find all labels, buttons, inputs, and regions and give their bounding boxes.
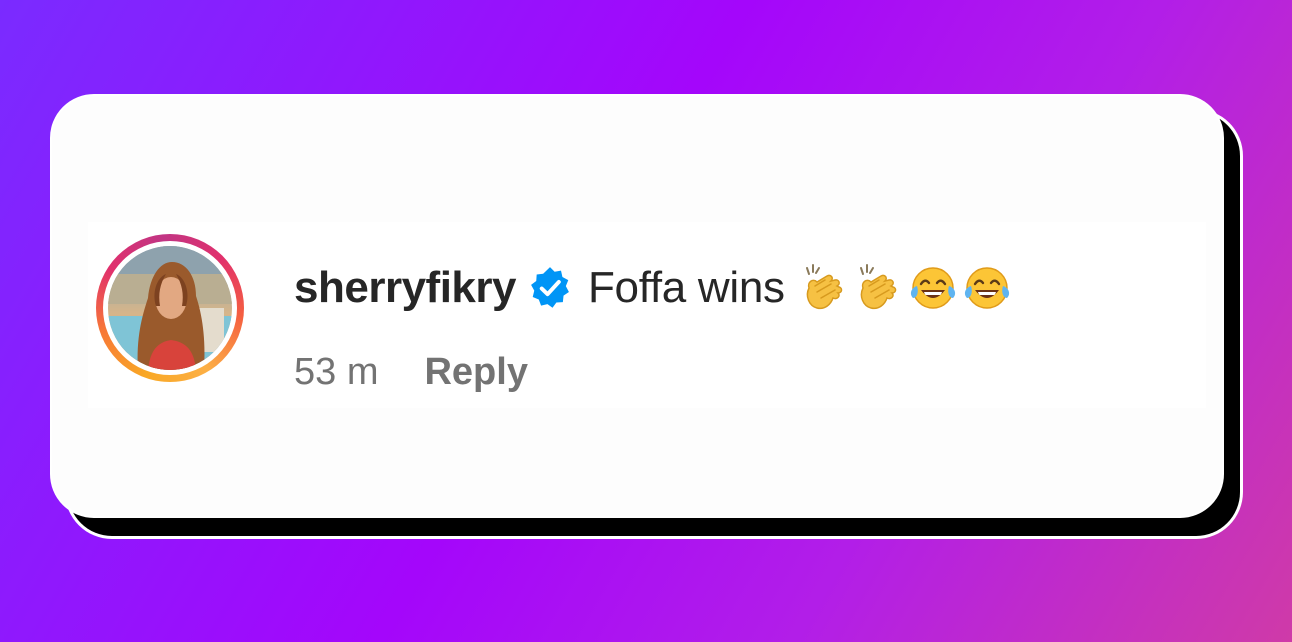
comment-text: Foffa wins — [587, 263, 785, 312]
face-with-tears-of-joy-icon — [910, 267, 955, 309]
comment-card: sherryfikry Foffa wins 53 m Reply — [50, 94, 1224, 518]
avatar[interactable] — [108, 246, 232, 370]
comment-meta: 53 m Reply — [294, 348, 528, 396]
comment-row: sherryfikry Foffa wins 53 m Reply — [88, 222, 1206, 408]
clapping-hands-icon — [805, 264, 842, 310]
clapping-hands-icon — [859, 264, 896, 310]
verified-badge-icon — [531, 267, 569, 308]
username-link[interactable]: sherryfikry — [294, 263, 516, 313]
comment-line: sherryfikry Foffa wins — [294, 258, 1013, 318]
story-ring[interactable] — [96, 234, 244, 382]
avatar-photo-icon — [108, 246, 232, 370]
reply-button[interactable]: Reply — [424, 351, 527, 394]
timestamp: 53 m — [294, 350, 379, 393]
face-with-tears-of-joy-icon — [964, 267, 1009, 309]
